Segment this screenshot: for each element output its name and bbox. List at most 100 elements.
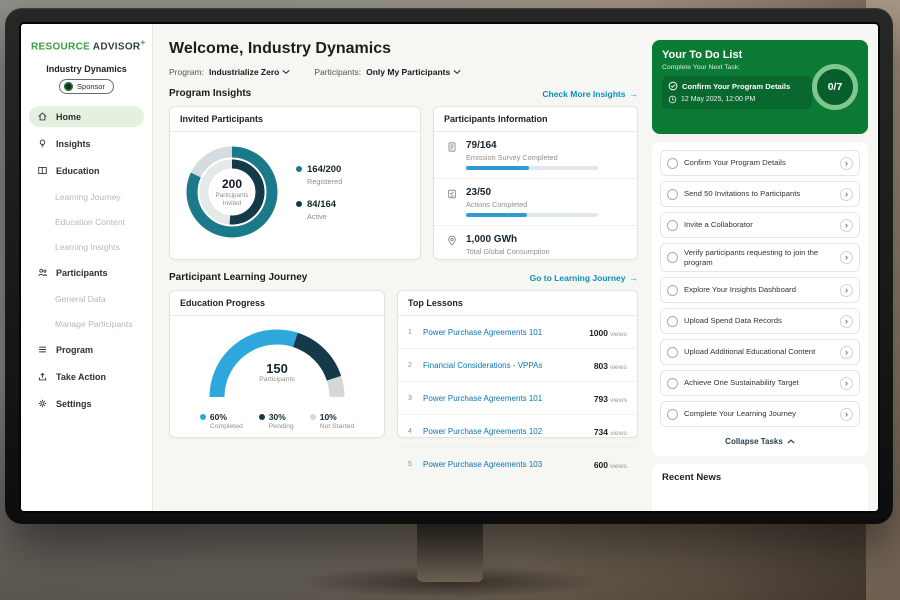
sidebar-item-education-content[interactable]: Education Content	[29, 212, 144, 232]
logo-word-1: RESOURCE	[31, 41, 90, 52]
sidebar-item-label: General Data	[55, 294, 106, 304]
sidebar-item-learning-journey[interactable]: Learning Journey	[29, 187, 144, 207]
task-checkbox[interactable]	[667, 316, 678, 327]
people-icon	[37, 267, 49, 278]
lesson-rank: 2	[408, 362, 416, 369]
lesson-views: 600	[594, 460, 608, 470]
lesson-rank: 5	[408, 461, 416, 468]
lesson-link[interactable]: Power Purchase Agreements 103	[423, 460, 587, 469]
task-checkbox[interactable]	[667, 252, 678, 263]
sidebar-nav: Home Insights Education Learning Journey…	[21, 106, 152, 414]
lesson-link[interactable]: Financial Considerations - VPPAs	[423, 361, 587, 370]
sidebar-item-education[interactable]: Education	[29, 160, 144, 181]
chevron-right-icon[interactable]: ›	[840, 377, 853, 390]
sponsor-badge[interactable]: Sponsor	[59, 79, 114, 94]
invited-donut-chart: 200 Participants Invited	[180, 140, 284, 244]
chevron-right-icon[interactable]: ›	[840, 315, 853, 328]
sidebar-item-general-data[interactable]: General Data	[29, 289, 144, 309]
lightbulb-icon	[37, 138, 49, 149]
participants-dropdown-value: Only My Participants	[366, 67, 450, 77]
participants-information-card: Participants Information 79/164 Emission…	[433, 106, 638, 260]
sidebar-item-home[interactable]: Home	[29, 106, 144, 127]
link-label: Check More Insights	[542, 89, 625, 99]
participants-dropdown[interactable]: Only My Participants	[366, 67, 461, 77]
arrow-right-icon: →	[630, 273, 639, 283]
insights-cards-row: Invited Participants 200 Participants In…	[169, 106, 638, 260]
lesson-views: 803	[594, 361, 608, 371]
sidebar-item-label: Take Action	[56, 372, 106, 382]
invited-total-label: Participants Invited	[209, 192, 255, 208]
chevron-right-icon[interactable]: ›	[840, 346, 853, 359]
todo-summary-card: Your To Do List Complete Your Next Task:…	[652, 40, 868, 134]
task-checkbox[interactable]	[667, 409, 678, 420]
lesson-link[interactable]: Power Purchase Agreements 102	[423, 427, 587, 436]
section-title: Participant Learning Journey	[169, 272, 307, 283]
stat-label: Emission Survey Completed	[466, 153, 598, 162]
task-row[interactable]: Upload Additional Educational Content ›	[660, 339, 860, 365]
document-icon	[446, 141, 458, 170]
task-checkbox[interactable]	[667, 347, 678, 358]
task-checkbox[interactable]	[667, 158, 678, 169]
todo-progress-badge: 0/7	[812, 64, 858, 110]
task-row[interactable]: Upload Spend Data Records ›	[660, 308, 860, 334]
completed-dot-icon	[200, 414, 206, 420]
chevron-right-icon[interactable]: ›	[840, 408, 853, 421]
task-row[interactable]: Explore Your Insights Dashboard ›	[660, 277, 860, 303]
sidebar-item-settings[interactable]: Settings	[29, 393, 144, 414]
clock-icon	[668, 95, 677, 104]
checklist-icon	[446, 188, 458, 217]
task-row[interactable]: Verify participants requesting to join t…	[660, 243, 860, 272]
check-circle-icon	[668, 81, 678, 91]
home-icon	[37, 111, 49, 122]
registered-label: Registered	[307, 177, 342, 186]
participants-filter-label: Participants:	[314, 67, 361, 77]
due-date: 12 May 2025, 12:00 PM	[681, 96, 755, 103]
collapse-tasks-button[interactable]: Collapse Tasks	[660, 432, 860, 448]
chevron-right-icon[interactable]: ›	[840, 219, 853, 232]
task-checkbox[interactable]	[667, 220, 678, 231]
task-checkbox[interactable]	[667, 189, 678, 200]
screen: RESOURCE ADVISOR+ Industry Dynamics Spon…	[21, 24, 878, 511]
lesson-link[interactable]: Power Purchase Agreements 101	[423, 394, 587, 403]
chevron-right-icon[interactable]: ›	[840, 157, 853, 170]
sidebar-item-learning-insights[interactable]: Learning Insights	[29, 237, 144, 257]
program-filter: Program: Industrialize Zero	[169, 67, 290, 77]
task-label: Upload Spend Data Records	[684, 316, 834, 326]
sidebar-item-program[interactable]: Program	[29, 339, 144, 360]
task-row[interactable]: Confirm Your Program Details ›	[660, 150, 860, 176]
stat-label: Total Global Consumption	[466, 247, 550, 256]
task-row[interactable]: Invite a Collaborator ›	[660, 212, 860, 238]
sidebar-item-manage-participants[interactable]: Manage Participants	[29, 314, 144, 334]
sidebar-item-take-action[interactable]: Take Action	[29, 366, 144, 387]
upload-icon	[37, 371, 49, 382]
chevron-right-icon[interactable]: ›	[840, 251, 853, 264]
sidebar-item-insights[interactable]: Insights	[29, 133, 144, 154]
lesson-rank: 4	[408, 428, 416, 435]
lesson-row: 4 Power Purchase Agreements 102 734views	[398, 415, 637, 448]
task-row[interactable]: Achieve One Sustainability Target ›	[660, 370, 860, 396]
task-label: Confirm Your Program Details	[684, 158, 834, 168]
lesson-row: 5 Power Purchase Agreements 103 600views	[398, 448, 637, 480]
chevron-right-icon[interactable]: ›	[840, 188, 853, 201]
sponsor-badge-label: Sponsor	[77, 82, 105, 91]
participants-filter: Participants: Only My Participants	[314, 67, 461, 77]
task-row[interactable]: Send 50 Invitations to Participants ›	[660, 181, 860, 207]
invited-total: 200	[222, 177, 242, 191]
stat-label: Actions Completed	[466, 200, 598, 209]
task-row[interactable]: Complete Your Learning Journey ›	[660, 401, 860, 427]
legend-pending: 30% Pending	[259, 412, 294, 430]
lesson-link[interactable]: Power Purchase Agreements 101	[423, 328, 582, 337]
task-checkbox[interactable]	[667, 378, 678, 389]
go-to-learning-journey-link[interactable]: Go to Learning Journey →	[530, 273, 638, 283]
progress-bar	[466, 166, 598, 170]
next-task-box[interactable]: Confirm Your Program Details 12 May 2025…	[662, 76, 812, 109]
lesson-views: 793	[594, 394, 608, 404]
check-more-insights-link[interactable]: Check More Insights →	[542, 89, 638, 99]
task-checkbox[interactable]	[667, 285, 678, 296]
task-label: Explore Your Insights Dashboard	[684, 285, 834, 295]
legend-not-started: 10% Not Started	[310, 412, 354, 430]
active-dot-icon	[296, 201, 302, 207]
program-dropdown[interactable]: Industrialize Zero	[209, 67, 290, 77]
sidebar-item-participants[interactable]: Participants	[29, 262, 144, 283]
chevron-right-icon[interactable]: ›	[840, 284, 853, 297]
